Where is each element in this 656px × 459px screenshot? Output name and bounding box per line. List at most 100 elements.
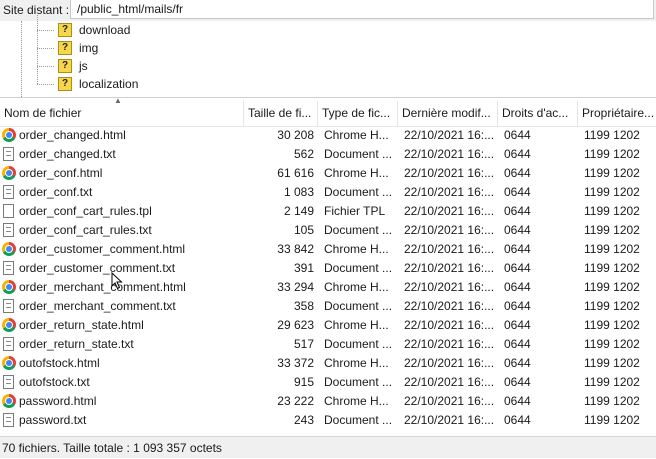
file-name: order_conf.txt [19, 185, 93, 199]
text-document-icon [3, 223, 14, 237]
file-owner: 1199 1202 [584, 375, 640, 389]
file-modified: 22/10/2021 16:... [404, 299, 495, 313]
file-modified: 22/10/2021 16:... [404, 204, 495, 218]
file-row[interactable]: order_conf.html 61 616 Chrome H... 22/10/20… [0, 164, 656, 183]
text-document-icon [3, 375, 14, 389]
text-document-icon [3, 147, 14, 161]
file-type: Document ... [324, 223, 393, 237]
file-modified: 22/10/2021 16:... [404, 261, 495, 275]
file-name: order_merchant_comment.html [19, 280, 186, 294]
tree-folder-label: img [79, 41, 99, 55]
file-size: 391 [293, 261, 314, 275]
status-bar: 70 fichiers. Taille totale : 1 093 357 o… [0, 436, 656, 458]
tree-folder-label: localization [79, 77, 139, 91]
column-header-owner[interactable]: Propriétaire... [578, 101, 656, 126]
file-row[interactable]: order_conf_cart_rules.tpl 2 149 Fichier TP… [0, 202, 656, 221]
file-size: 2 149 [283, 204, 314, 218]
file-size: 33 842 [277, 242, 314, 256]
file-row[interactable]: order_return_state.html 29 623 Chrome H...… [0, 316, 656, 335]
file-row[interactable]: order_return_state.txt 517 Document ... 22/… [0, 335, 656, 354]
tree-folder-label: download [79, 23, 131, 37]
file-permissions: 0644 [504, 375, 531, 389]
file-row[interactable]: outofstock.txt 915 Document ... 22/10/2021 … [0, 373, 656, 392]
file-row[interactable]: order_customer_comment.txt 391 Document ..… [0, 259, 656, 278]
file-row[interactable]: order_merchant_comment.txt 358 Document ..… [0, 297, 656, 316]
file-size: 562 [293, 147, 314, 161]
tree-folder-img[interactable]: ? img [0, 30, 400, 58]
chrome-icon [2, 356, 16, 370]
file-name: order_merchant_comment.txt [19, 299, 176, 313]
file-modified: 22/10/2021 16:... [404, 128, 495, 142]
file-row[interactable]: password.html 23 222 Chrome H... 22/10/2021… [0, 392, 656, 411]
file-size: 30 208 [277, 128, 314, 142]
file-permissions: 0644 [504, 356, 531, 370]
column-header-filename[interactable]: Nom de fichier [0, 101, 244, 126]
file-name: order_return_state.html [19, 318, 144, 332]
file-type: Chrome H... [324, 166, 389, 180]
file-permissions: 0644 [504, 147, 531, 161]
question-mark-folder-icon: ? [58, 77, 72, 91]
file-modified: 22/10/2021 16:... [404, 242, 495, 256]
file-row[interactable]: order_merchant_comment.html 33 294 Chrome … [0, 278, 656, 297]
file-owner: 1199 1202 [584, 204, 640, 218]
file-list-header: Nom de fichier Taille de fi... Type de f… [0, 101, 656, 127]
text-document-icon [3, 337, 14, 351]
tree-folder-download[interactable]: ? download [0, 12, 400, 40]
text-document-icon [3, 185, 14, 199]
column-header-modified[interactable]: Dernière modif... [398, 101, 498, 126]
question-mark-folder-icon: ? [58, 23, 72, 37]
file-name: password.html [19, 394, 97, 408]
file-size: 33 372 [277, 356, 314, 370]
tree-folder-localization[interactable]: ? localization [0, 66, 400, 94]
file-size: 61 616 [277, 166, 314, 180]
file-owner: 1199 1202 [584, 299, 640, 313]
column-header-type[interactable]: Type de fic... [318, 101, 398, 126]
file-type: Document ... [324, 185, 393, 199]
file-owner: 1199 1202 [584, 413, 640, 427]
file-size: 517 [293, 337, 314, 351]
file-size: 915 [293, 375, 314, 389]
file-permissions: 0644 [504, 128, 531, 142]
file-modified: 22/10/2021 16:... [404, 413, 495, 427]
text-document-icon [3, 299, 14, 313]
file-permissions: 0644 [504, 280, 531, 294]
file-owner: 1199 1202 [584, 242, 640, 256]
file-name: order_conf_cart_rules.tpl [19, 204, 152, 218]
tree-folder-js[interactable]: ? js [0, 48, 400, 76]
file-type: Document ... [324, 261, 393, 275]
file-modified: 22/10/2021 16:... [404, 375, 495, 389]
remote-site-bar: Site distant : /public_html/mails/fr [0, 0, 656, 22]
file-size: 243 [293, 413, 314, 427]
file-owner: 1199 1202 [584, 280, 640, 294]
remote-directory-tree[interactable]: ? download ? img ? js ? localization [0, 12, 656, 98]
file-modified: 22/10/2021 16:... [404, 147, 495, 161]
file-row[interactable]: order_changed.txt 562 Document ... 22/10/20… [0, 145, 656, 164]
file-row[interactable]: outofstock.html 33 372 Chrome H... 22/10/20… [0, 354, 656, 373]
file-row[interactable]: order_changed.html 30 208 Chrome H... 22/10… [0, 126, 656, 145]
file-owner: 1199 1202 [584, 166, 640, 180]
text-document-icon [3, 413, 14, 427]
file-permissions: 0644 [504, 413, 531, 427]
file-name: outofstock.txt [19, 375, 90, 389]
chrome-icon [2, 166, 16, 180]
file-row[interactable]: order_conf.txt 1 083 Document ... 22/10/202… [0, 183, 656, 202]
file-type: Document ... [324, 147, 393, 161]
file-row[interactable]: order_conf_cart_rules.txt 105 Document ...… [0, 221, 656, 240]
file-permissions: 0644 [504, 185, 531, 199]
file-row[interactable]: order_customer_comment.html 33 842 Chrome … [0, 240, 656, 259]
column-header-permissions[interactable]: Droits d'ac... [498, 101, 578, 126]
file-modified: 22/10/2021 16:... [404, 318, 495, 332]
file-type: Fichier TPL [324, 204, 386, 218]
question-mark-folder-icon: ? [58, 59, 72, 73]
file-list[interactable]: order_changed.html 30 208 Chrome H... 22/10… [0, 126, 656, 432]
chrome-icon [2, 128, 16, 142]
chrome-icon [2, 318, 16, 332]
file-size: 358 [293, 299, 314, 313]
file-size: 1 083 [283, 185, 314, 199]
file-type: Chrome H... [324, 394, 389, 408]
file-modified: 22/10/2021 16:... [404, 356, 495, 370]
remote-path-input[interactable]: /public_html/mails/fr [70, 0, 654, 19]
file-permissions: 0644 [504, 242, 531, 256]
file-row[interactable]: password.txt 243 Document ... 22/10/2021 16… [0, 411, 656, 430]
column-header-size[interactable]: Taille de fi... [244, 101, 318, 126]
